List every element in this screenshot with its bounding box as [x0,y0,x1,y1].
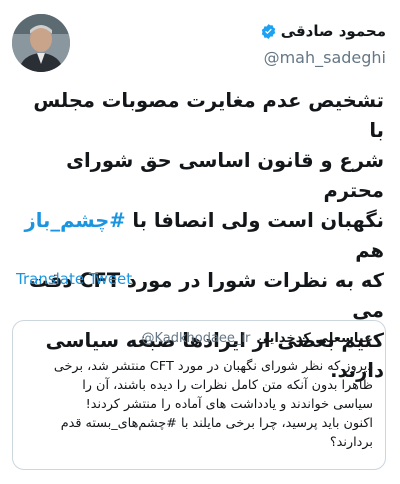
hashtag-link[interactable]: #چشم_باز [24,209,125,232]
quoted-author-row: @Kadkhodaee_ir عباسعلی کدخدایی [141,331,373,346]
quoted-tweet-text: دیروز که نظر شورای نگهبان در مورد CFT من… [53,359,373,450]
translate-tweet-link[interactable]: Translate Tweet [16,270,132,288]
quoted-author-name: عباسعلی کدخدایی [256,331,373,346]
quoted-tweet-card[interactable]: @Kadkhodaee_ir عباسعلی کدخدایی دیروز که … [12,320,386,470]
author-handle[interactable]: @mah_sadeghi [264,48,386,67]
avatar-photo [12,14,70,72]
tweet-header: محمود صادقی @mah_sadeghi [12,14,386,72]
author-name-row[interactable]: محمود صادقی [260,22,386,40]
author-display-name[interactable]: محمود صادقی [281,22,386,40]
quoted-author-handle: @Kadkhodaee_ir [141,331,251,346]
verified-badge-icon [261,23,275,39]
avatar[interactable] [12,14,70,72]
